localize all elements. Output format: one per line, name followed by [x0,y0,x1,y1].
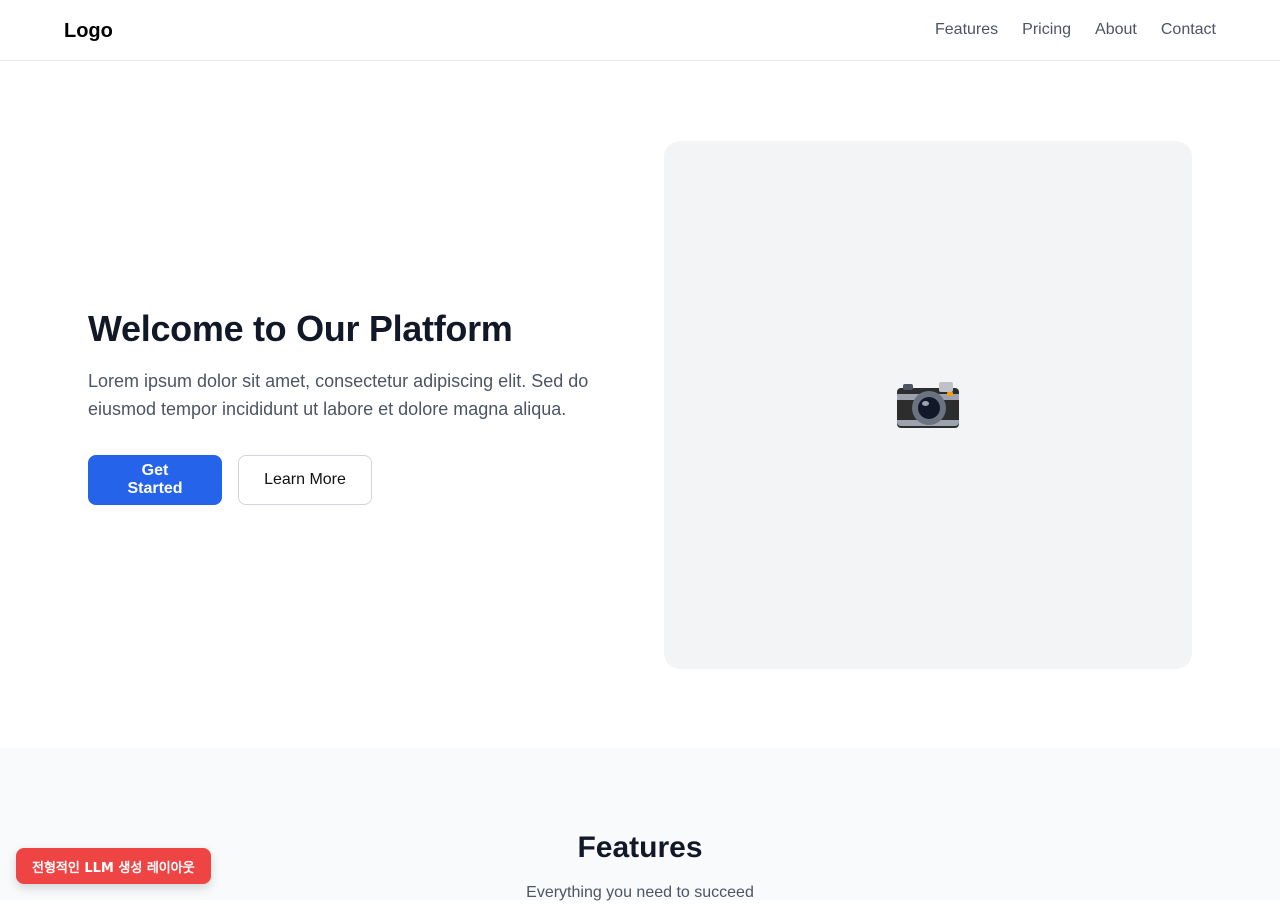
hero-actions: Get Started Learn More [88,455,618,505]
nav-link-about[interactable]: About [1095,20,1137,40]
llm-layout-badge[interactable]: 전형적인 LLM 생성 레이아웃 [16,848,211,884]
hero-image-placeholder [664,141,1192,669]
nav-link-contact[interactable]: Contact [1161,20,1216,40]
get-started-button[interactable]: Get Started [88,455,222,505]
learn-more-button[interactable]: Learn More [238,455,372,505]
features-subtitle: Everything you need to succeed [526,884,754,901]
hero-text: Welcome to Our Platform Lorem ipsum dolo… [88,307,618,505]
nav-link-features[interactable]: Features [935,20,998,40]
hero-section: Welcome to Our Platform Lorem ipsum dolo… [0,61,1280,748]
hero-title: Welcome to Our Platform [88,308,513,349]
logo[interactable]: Logo [64,19,113,43]
main-nav: Features Pricing About Contact [935,20,1216,40]
site-header: Logo Features Pricing About Contact [0,0,1280,61]
nav-link-pricing[interactable]: Pricing [1022,20,1071,40]
camera-icon [897,382,959,428]
hero-subtitle: Lorem ipsum dolor sit amet, consectetur … [88,371,589,419]
